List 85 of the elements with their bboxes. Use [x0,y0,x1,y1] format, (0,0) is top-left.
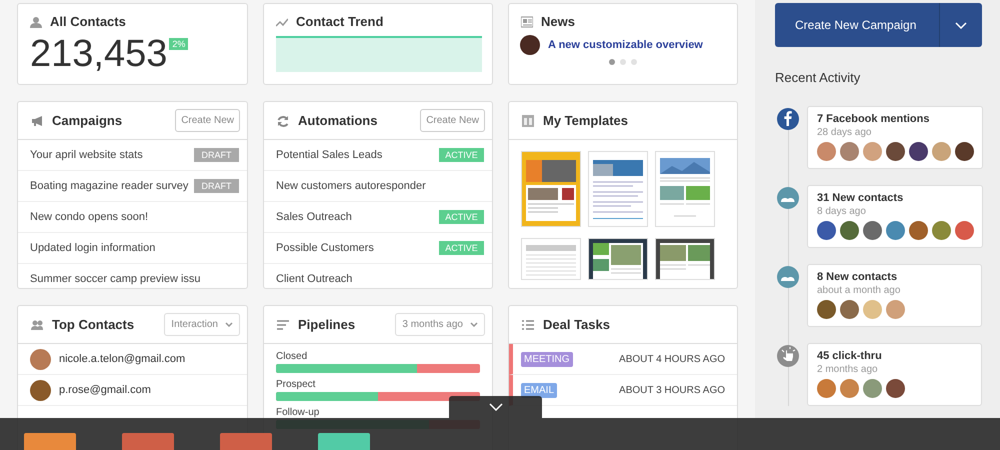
template-thumbnail[interactable] [588,238,648,280]
news-link[interactable]: A new customizable overview [548,39,703,51]
list-icon [522,318,534,330]
template-thumbnail[interactable] [655,238,715,280]
dock-tile[interactable] [318,433,370,450]
list-item[interactable]: Updated login information [30,242,156,254]
list-item[interactable]: New condo opens soon! [30,211,148,223]
sort-icon [277,318,289,330]
facebook-icon [777,108,799,130]
page-dot[interactable] [631,59,637,65]
chevron-icon [955,22,967,28]
activity-time: 28 days ago [817,127,872,138]
activity-title: 8 New contacts [817,271,898,283]
activity-card[interactable]: 8 New contacts about a month ago [807,264,982,327]
activity-title: 31 New contacts [817,192,904,204]
contact-count: 213,453 [30,32,168,76]
change-badge: 2% [169,38,188,50]
stage-label: Follow-up [276,407,320,418]
filter-dropdown[interactable]: 3 months ago [395,313,485,336]
card-title: Pipelines [298,317,356,332]
dock-tile[interactable] [220,433,272,450]
contact-email[interactable]: p.rose@gmail.com [59,384,151,396]
list-item[interactable]: Sales Outreach [276,211,352,223]
create-new-button[interactable]: Create New [175,109,240,132]
task-time: ABOUT 3 HOURS AGO [619,384,725,396]
card-title: Top Contacts [52,317,136,332]
dock-tile[interactable] [122,433,174,450]
card-title: Contact Trend [296,14,384,29]
page-dot[interactable] [620,59,626,65]
stage-label: Closed [276,351,308,362]
list-item[interactable]: New customers autoresponder [276,180,426,192]
list-item[interactable]: Potential Sales Leads [276,149,382,161]
cursor-icon [777,345,799,367]
activity-title: 45 click-thru [817,350,883,362]
collapse-tab[interactable] [449,396,542,418]
trend-icon [276,16,288,28]
activity-card[interactable]: 31 New contacts 8 days ago [807,185,983,248]
create-new-button[interactable]: Create New [420,109,485,132]
newspaper-icon [521,16,533,28]
activity-card[interactable]: 45 click-thru 2 months ago [807,343,982,406]
status-badge: ACTIVE [439,148,484,162]
avatar [520,35,540,55]
dock-tile[interactable] [24,433,76,450]
card-title: Automations [298,113,378,128]
filter-dropdown[interactable]: Interaction [164,313,240,336]
activity-time: 8 days ago [817,206,867,217]
stage-label: Prospect [276,379,316,390]
status-badge: DRAFT [194,148,239,162]
status-badge: ACTIVE [439,210,484,224]
chevron-icon [488,403,502,411]
list-item[interactable]: Your april website stats [30,149,143,161]
status-badge: DRAFT [194,179,239,193]
task-tag: MEETING [521,352,573,366]
activity-time: 2 months ago [817,364,879,375]
template-thumbnail[interactable] [521,151,581,227]
list-item[interactable]: Possible Customers [276,242,374,254]
contact-email[interactable]: nicole.a.telon@gmail.com [59,353,186,365]
card-title: Deal Tasks [543,317,611,332]
activity-title: 7 Facebook mentions [817,113,930,125]
chevron-icon [225,322,233,327]
list-item[interactable]: Boating magazine reader survey [30,180,188,192]
activity-card[interactable]: 7 Facebook mentions 28 days ago [807,106,983,169]
template-icon [522,114,534,126]
list-item[interactable]: Summer soccer camp preview issu [30,273,201,285]
activity-time: about a month ago [817,285,902,296]
task-tag: EMAIL [521,382,558,398]
megaphone-icon [31,114,43,126]
chevron-icon [470,322,478,327]
task-time: ABOUT 4 HOURS AGO [619,354,725,364]
card-title: All Contacts [50,14,126,29]
task-row[interactable]: MEETING ABOUT 4 HOURS AGO [509,344,737,375]
template-thumbnail[interactable] [588,151,648,227]
dropdown-toggle-button[interactable] [939,3,982,47]
card-title: Campaigns [52,113,124,128]
status-badge: ACTIVE [439,241,484,255]
refresh-icon [277,114,289,126]
template-thumbnail[interactable] [655,151,715,227]
create-campaign-button[interactable]: Create New Campaign [775,3,939,47]
user-icon [30,16,42,28]
card-title: News [541,14,575,29]
list-item[interactable]: Client Outreach [276,273,352,285]
page-dot[interactable] [609,59,615,65]
card-title: My Templates [543,113,630,128]
section-heading: Recent Activity [775,70,862,85]
template-thumbnail[interactable] [521,238,581,280]
